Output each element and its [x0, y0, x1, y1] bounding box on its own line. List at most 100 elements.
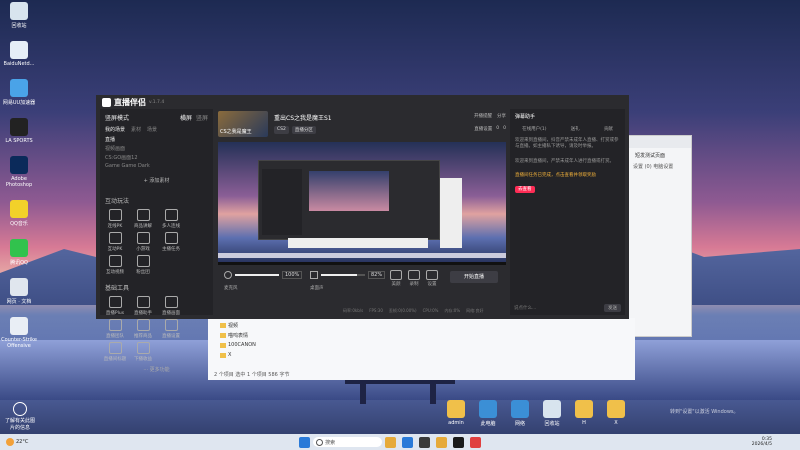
desktop-icon[interactable]: BaiduNetd... — [0, 41, 38, 67]
send-button[interactable]: 发送 — [604, 304, 621, 312]
background-browser-window[interactable]: 短发测试页面 设置 (0) 电脑设置 — [628, 135, 692, 337]
tool-icon — [164, 209, 178, 221]
category-tag[interactable]: 直播分区 — [291, 126, 316, 134]
source-item[interactable]: CS:GO画面12 — [105, 154, 208, 163]
start-button[interactable] — [299, 436, 311, 448]
mic-slider[interactable] — [235, 274, 279, 276]
tab-gifts[interactable]: 送礼 — [571, 126, 580, 132]
taskbar-search[interactable]: 搜索 — [313, 437, 383, 447]
live-preview[interactable]: 100% 麦克风 82% 桌面声 美颜 录制 设置 开始直播 — [218, 142, 506, 307]
stream-title[interactable]: 重出CS之我是魔王S1 — [274, 113, 332, 122]
tool-icon — [136, 209, 150, 221]
taskbar-app[interactable] — [453, 436, 465, 448]
left-panel: 竖屏模式 横屏 竖屏 我的场景 素材 场景 直播 视频画面 CS:GO画面12 Game… — [100, 109, 213, 373]
desktop-icon-label: 腾讯QQ — [10, 260, 28, 266]
about-image-link[interactable]: 了解有关此图片的信息 — [3, 402, 37, 431]
basic-tool-button[interactable]: 直播画面 — [157, 296, 185, 316]
desktop-icon[interactable]: 腾讯QQ — [0, 239, 38, 266]
desktop-icon[interactable]: 此电脑 — [472, 400, 504, 427]
taskbar-app[interactable] — [419, 436, 431, 448]
desktop-icon[interactable]: QQ音乐 — [0, 200, 38, 227]
browser-page-title: 短发测试页面 — [635, 153, 666, 159]
basic-tool-button[interactable]: 推荐商品 — [129, 319, 157, 339]
interactive-grid: 连线PK 商品讲解 多人连线互动PK 小游戏 主播任务互动视频 粉丝团 — [100, 209, 213, 275]
desktop-icon-label: 此电脑 — [480, 421, 496, 427]
explorer-nav-item[interactable]: 喵呜表情 — [220, 330, 270, 340]
task-notice-link[interactable]: 去查看 — [515, 186, 535, 194]
reminder-button[interactable]: 开播提醒 — [474, 113, 492, 119]
desktop-icon[interactable]: Counter-Strike Offensive — [0, 317, 38, 349]
explorer-nav-item[interactable]: 100CANON — [220, 340, 270, 350]
more-features-link[interactable]: ··· 更多功能 — [100, 366, 213, 373]
tool-label: 下播收益 — [134, 357, 152, 362]
desktop-icon[interactable]: Adobe Photoshop — [0, 156, 38, 188]
desktop-icon-label: 回收站 — [544, 421, 560, 427]
tab-materials[interactable]: 素材 — [131, 126, 141, 133]
tab-contribution[interactable]: 贡献 — [604, 126, 613, 132]
desktop-icons-bottom: admin 此电脑 网络 回收站 H X — [440, 400, 632, 427]
desktop-icon-label: 网页 · 文档 — [6, 299, 32, 305]
explorer-nav-item[interactable]: 视频 — [220, 320, 270, 330]
desktop-icon-label: H — [582, 420, 586, 426]
chat-input[interactable]: 说点什么... — [514, 305, 594, 311]
interactive-tool-button[interactable]: 商品讲解 — [129, 209, 157, 229]
desktop-icon[interactable]: 网络 — [504, 400, 536, 427]
basic-tool-button[interactable]: 直播间标题 — [101, 342, 129, 362]
stream-thumbnail[interactable]: CS之我是魔王 — [218, 111, 268, 137]
beauty-button[interactable]: 美颜 — [390, 270, 402, 287]
source-item[interactable]: 直播 — [105, 136, 208, 145]
folder-icon — [543, 400, 561, 418]
interactive-tool-button[interactable]: 小游戏 — [129, 232, 157, 252]
live-companion-window[interactable]: 直播伴侣 v.1.7.4 竖屏模式 横屏 竖屏 我的场景 素材 场景 直播 视频画面… — [96, 95, 629, 373]
start-live-button[interactable]: 开始直播 — [450, 271, 498, 283]
landscape-toggle[interactable]: 横屏 — [180, 115, 192, 122]
taskbar-app[interactable] — [402, 436, 414, 448]
basic-tool-button[interactable]: 下播收益 — [129, 342, 157, 362]
tab-my-scenes[interactable]: 我的场景 — [105, 126, 125, 133]
app-icon — [10, 278, 28, 296]
desktop-icon[interactable]: 回收站 — [536, 400, 568, 427]
interactive-tool-button[interactable]: 互动视频 — [101, 255, 129, 275]
record-button[interactable]: 录制 — [408, 270, 420, 287]
tool-label: 粉丝团 — [136, 270, 150, 275]
taskbar-app[interactable] — [470, 436, 482, 448]
add-source-button[interactable]: + 添加素材 — [100, 177, 213, 184]
interactive-tool-button[interactable]: 连线PK — [101, 209, 129, 229]
interactive-tool-button[interactable]: 互动PK — [101, 232, 129, 252]
desktop-audio-slider[interactable] — [321, 274, 365, 276]
interactive-tool-button[interactable]: 主播任务 — [157, 232, 185, 252]
tool-label: 直播间标题 — [103, 357, 127, 362]
scene-mode-dropdown[interactable]: 竖屏模式 — [105, 113, 129, 122]
explorer-nav-pane: 视频 喵呜表情 100CANON X — [220, 320, 270, 360]
desktop-icon[interactable]: 网易UU加速器 — [0, 79, 38, 106]
category-badge[interactable]: CS2 — [274, 126, 289, 134]
basic-tool-button[interactable]: 直播设置 — [157, 319, 185, 339]
interactive-tool-button[interactable]: 粉丝团 — [129, 255, 157, 275]
taskbar-app[interactable] — [436, 436, 448, 448]
explorer-nav-item[interactable]: X — [220, 350, 270, 360]
right-panel: 弹幕助手 在线用户(1) 送礼 贡献 欢迎来到直播间，抖音严禁未成年人直播、打赏… — [510, 109, 625, 315]
desktop-icon[interactable]: H — [568, 400, 600, 427]
source-item[interactable]: Game Game Dark — [105, 163, 208, 172]
desktop-icon[interactable]: X — [600, 400, 632, 427]
app-icon — [10, 79, 28, 97]
desktop-icon[interactable]: 回收站 — [0, 2, 38, 29]
settings-button[interactable]: 设置 — [426, 270, 438, 287]
desktop-icon[interactable]: 网页 · 文档 — [0, 278, 38, 305]
interactive-tool-button[interactable]: 多人连线 — [157, 209, 185, 229]
settings-link[interactable]: 直播设置 — [474, 126, 492, 132]
taskbar-app[interactable] — [385, 436, 397, 448]
tab-scenes[interactable]: 场景 — [147, 126, 157, 133]
clock[interactable]: 0:35 2026/4/5 — [752, 437, 772, 448]
portrait-toggle[interactable]: 竖屏 — [196, 115, 208, 122]
basic-tool-button[interactable]: 直播Plus — [101, 296, 129, 316]
basic-tool-button[interactable]: 直播团队 — [101, 319, 129, 339]
share-button[interactable]: 分享 — [497, 113, 506, 119]
basic-tool-button[interactable]: 直播助手 — [129, 296, 157, 316]
tab-online-users[interactable]: 在线用户(1) — [522, 126, 546, 132]
folder-icon — [447, 400, 465, 418]
desktop-icon[interactable]: admin — [440, 400, 472, 427]
desktop-icon[interactable]: LA SPORTS — [0, 118, 38, 144]
source-item[interactable]: 视频画面 — [105, 145, 208, 154]
file-explorer-window[interactable]: 视频 喵呜表情 100CANON X 2 个项目 选中 1 个项目 586 字节 — [208, 318, 635, 380]
